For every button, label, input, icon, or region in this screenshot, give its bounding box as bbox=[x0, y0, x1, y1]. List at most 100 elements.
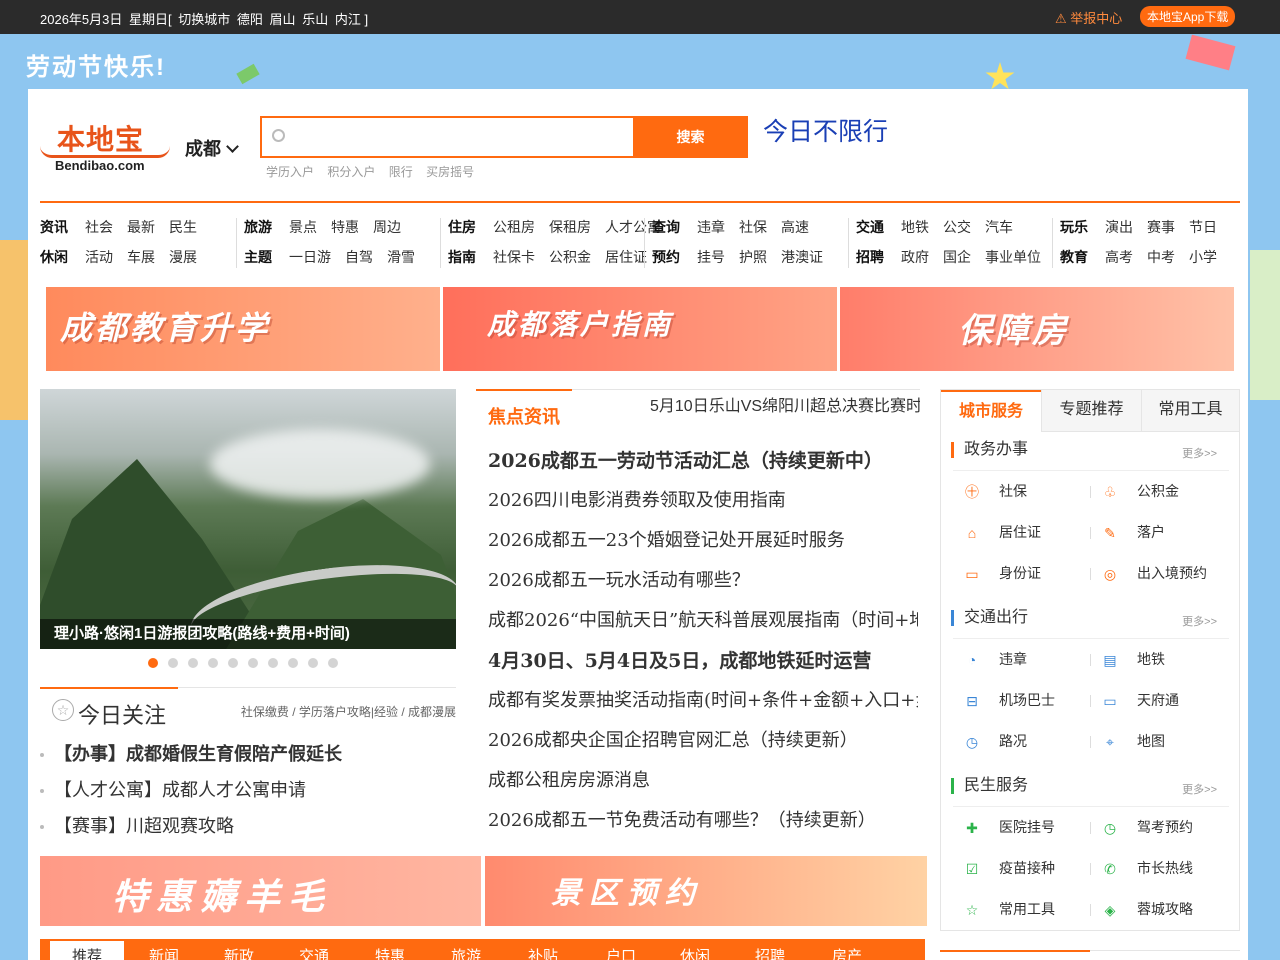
nav-link[interactable]: 政府 bbox=[901, 242, 929, 272]
tab-topic-recommend[interactable]: 专题推荐 bbox=[1041, 390, 1141, 432]
attention-item[interactable]: 【人才公寓】成都人才公寓申请 bbox=[40, 775, 456, 811]
nav-category[interactable]: 招聘 bbox=[856, 242, 884, 272]
hotword-link[interactable]: 限行 bbox=[389, 165, 413, 179]
nav-link[interactable]: 护照 bbox=[739, 242, 767, 272]
service-item[interactable]: ▤ 地铁 bbox=[1091, 639, 1229, 680]
city-link-leshan[interactable]: 乐山 bbox=[302, 12, 328, 27]
nav-link[interactable]: 地铁 bbox=[901, 212, 929, 242]
nav-category[interactable]: 住房 bbox=[448, 212, 476, 242]
nav-category[interactable]: 旅游 bbox=[244, 212, 272, 242]
nav-link[interactable]: 一日游 bbox=[289, 242, 331, 272]
app-download-button[interactable]: 本地宝App下载 bbox=[1140, 6, 1236, 27]
report-center-link[interactable]: ⚠ 举报中心 bbox=[1055, 8, 1122, 27]
hotword-link[interactable]: 买房摇号 bbox=[426, 165, 474, 179]
nav-link[interactable]: 事业单位 bbox=[985, 242, 1041, 272]
nav-category[interactable]: 指南 bbox=[448, 242, 476, 272]
nav-link[interactable]: 演出 bbox=[1105, 212, 1133, 242]
slider-dot[interactable] bbox=[288, 658, 298, 668]
service-item[interactable]: ◎ 出入境预约 bbox=[1091, 553, 1229, 594]
city-link-neijiang[interactable]: 内江 ] bbox=[335, 12, 368, 27]
nav-link[interactable]: 汽车 bbox=[985, 212, 1013, 242]
slider-dot[interactable] bbox=[168, 658, 178, 668]
service-item[interactable]: ☆ 常用工具 bbox=[953, 889, 1091, 930]
slider-dot[interactable] bbox=[228, 658, 238, 668]
service-item[interactable]: ✚ 医院挂号 bbox=[953, 807, 1091, 848]
service-item[interactable]: ⊟ 机场巴士 bbox=[953, 680, 1091, 721]
tab-city-services[interactable]: 城市服务 bbox=[941, 390, 1041, 432]
nav-link[interactable]: 社会 bbox=[85, 212, 113, 242]
nav-link[interactable]: 公交 bbox=[943, 212, 971, 242]
nav-link[interactable]: 保租房 bbox=[549, 212, 591, 242]
nav-category[interactable]: 查询 bbox=[652, 212, 680, 242]
more-link[interactable]: 更多>> bbox=[1182, 445, 1217, 461]
news-link[interactable]: 2026成都五一劳动节活动汇总（持续更新中） bbox=[488, 441, 918, 481]
nav-link[interactable]: 景点 bbox=[289, 212, 317, 242]
nav-category[interactable]: 资讯 bbox=[40, 212, 68, 242]
nav-link[interactable]: 车展 bbox=[127, 242, 155, 272]
slider-dot[interactable] bbox=[148, 658, 158, 668]
search-button[interactable]: 搜索 bbox=[633, 116, 748, 158]
hotword-link[interactable]: 学历入户 bbox=[266, 165, 314, 179]
more-link[interactable]: 更多>> bbox=[1182, 613, 1217, 629]
nav-link[interactable]: 自驾 bbox=[345, 242, 373, 272]
service-item[interactable]: ◔ 违章 bbox=[953, 639, 1091, 680]
site-logo[interactable]: 本地宝 Bendibao.com bbox=[40, 118, 170, 174]
service-item[interactable]: ◷ 驾考预约 bbox=[1091, 807, 1229, 848]
channel-tab[interactable]: 特惠 bbox=[375, 945, 405, 960]
news-link[interactable]: 2026成都五一23个婚姻登记处开展延时服务 bbox=[488, 521, 918, 561]
service-item[interactable]: ☑ 疫苗接种 bbox=[953, 848, 1091, 889]
service-item[interactable]: ㊉ 社保 bbox=[953, 471, 1091, 512]
channel-tab[interactable]: 旅游 bbox=[451, 945, 481, 960]
slider-dot[interactable] bbox=[208, 658, 218, 668]
tab-common-tools[interactable]: 常用工具 bbox=[1141, 390, 1239, 432]
channel-tab[interactable]: 户口 bbox=[606, 945, 636, 960]
nav-link[interactable]: 周边 bbox=[373, 212, 401, 242]
slider-dot[interactable] bbox=[328, 658, 338, 668]
slider-dot[interactable] bbox=[248, 658, 258, 668]
nav-link[interactable]: 社保 bbox=[739, 212, 767, 242]
service-item[interactable]: ♧ 公积金 bbox=[1091, 471, 1229, 512]
news-link[interactable]: 2026成都央企国企招聘官网汇总（持续更新） bbox=[488, 721, 918, 761]
nav-link[interactable]: 港澳证 bbox=[781, 242, 823, 272]
banner-scenic-booking[interactable]: 景区预约 bbox=[485, 856, 927, 926]
city-selector[interactable]: 成都 bbox=[185, 135, 239, 161]
nav-link[interactable]: 国企 bbox=[943, 242, 971, 272]
nav-link[interactable]: 民生 bbox=[169, 212, 197, 242]
news-link[interactable]: 成都2026“中国航天日”航天科普展观展指南（时间+地 bbox=[488, 601, 918, 641]
nav-link[interactable]: 公租房 bbox=[493, 212, 535, 242]
nav-link[interactable]: 漫展 bbox=[169, 242, 197, 272]
nav-link[interactable]: 赛事 bbox=[1147, 212, 1175, 242]
service-item[interactable]: ▭ 天府通 bbox=[1091, 680, 1229, 721]
image-slider[interactable]: 理小路·悠闲1日游报团攻略(路线+费用+时间) bbox=[40, 389, 456, 649]
nav-link[interactable]: 滑雪 bbox=[387, 242, 415, 272]
nav-link[interactable]: 公积金 bbox=[549, 242, 591, 272]
service-item[interactable]: ⌖ 地图 bbox=[1091, 721, 1229, 762]
nav-link[interactable]: 挂号 bbox=[697, 242, 725, 272]
news-ticker[interactable]: 5月10日乐山VS绵阳川超总决赛比赛时 bbox=[650, 392, 920, 416]
nav-link[interactable]: 特惠 bbox=[331, 212, 359, 242]
slider-dot[interactable] bbox=[268, 658, 278, 668]
attention-item[interactable]: 【赛事】川超观赛攻略 bbox=[40, 811, 456, 847]
news-link[interactable]: 成都有奖发票抽奖活动指南(时间+条件+金额+入口+步 bbox=[488, 681, 918, 721]
city-link-meishan[interactable]: 眉山 bbox=[270, 12, 296, 27]
nav-category[interactable]: 交通 bbox=[856, 212, 884, 242]
service-item[interactable]: ✆ 市长热线 bbox=[1091, 848, 1229, 889]
nav-category[interactable]: 玩乐 bbox=[1060, 212, 1088, 242]
service-item[interactable]: ⌂ 居住证 bbox=[953, 512, 1091, 553]
nav-link[interactable]: 居住证 bbox=[605, 242, 647, 272]
banner-deals[interactable]: 特惠薅羊毛 bbox=[40, 856, 481, 926]
city-link-deyang[interactable]: 德阳 bbox=[237, 12, 263, 27]
nav-link[interactable]: 高考 bbox=[1105, 242, 1133, 272]
news-link[interactable]: 2026成都五一玩水活动有哪些？ bbox=[488, 561, 918, 601]
channel-tab[interactable]: 新闻 bbox=[149, 945, 179, 960]
nav-link[interactable]: 活动 bbox=[85, 242, 113, 272]
attention-item[interactable]: 【办事】成都婚假生育假陪产假延长 bbox=[40, 739, 456, 775]
channel-tab[interactable]: 休闲 bbox=[680, 945, 710, 960]
slider-dot[interactable] bbox=[308, 658, 318, 668]
search-input[interactable] bbox=[296, 124, 626, 150]
nav-category[interactable]: 休闲 bbox=[40, 242, 68, 272]
service-item[interactable]: ▭ 身份证 bbox=[953, 553, 1091, 594]
banner-hukou-guide[interactable]: 成都落户指南 bbox=[443, 287, 837, 371]
banner-housing[interactable]: 保障房 bbox=[840, 287, 1234, 371]
slider-caption[interactable]: 理小路·悠闲1日游报团攻略(路线+费用+时间) bbox=[40, 619, 456, 649]
